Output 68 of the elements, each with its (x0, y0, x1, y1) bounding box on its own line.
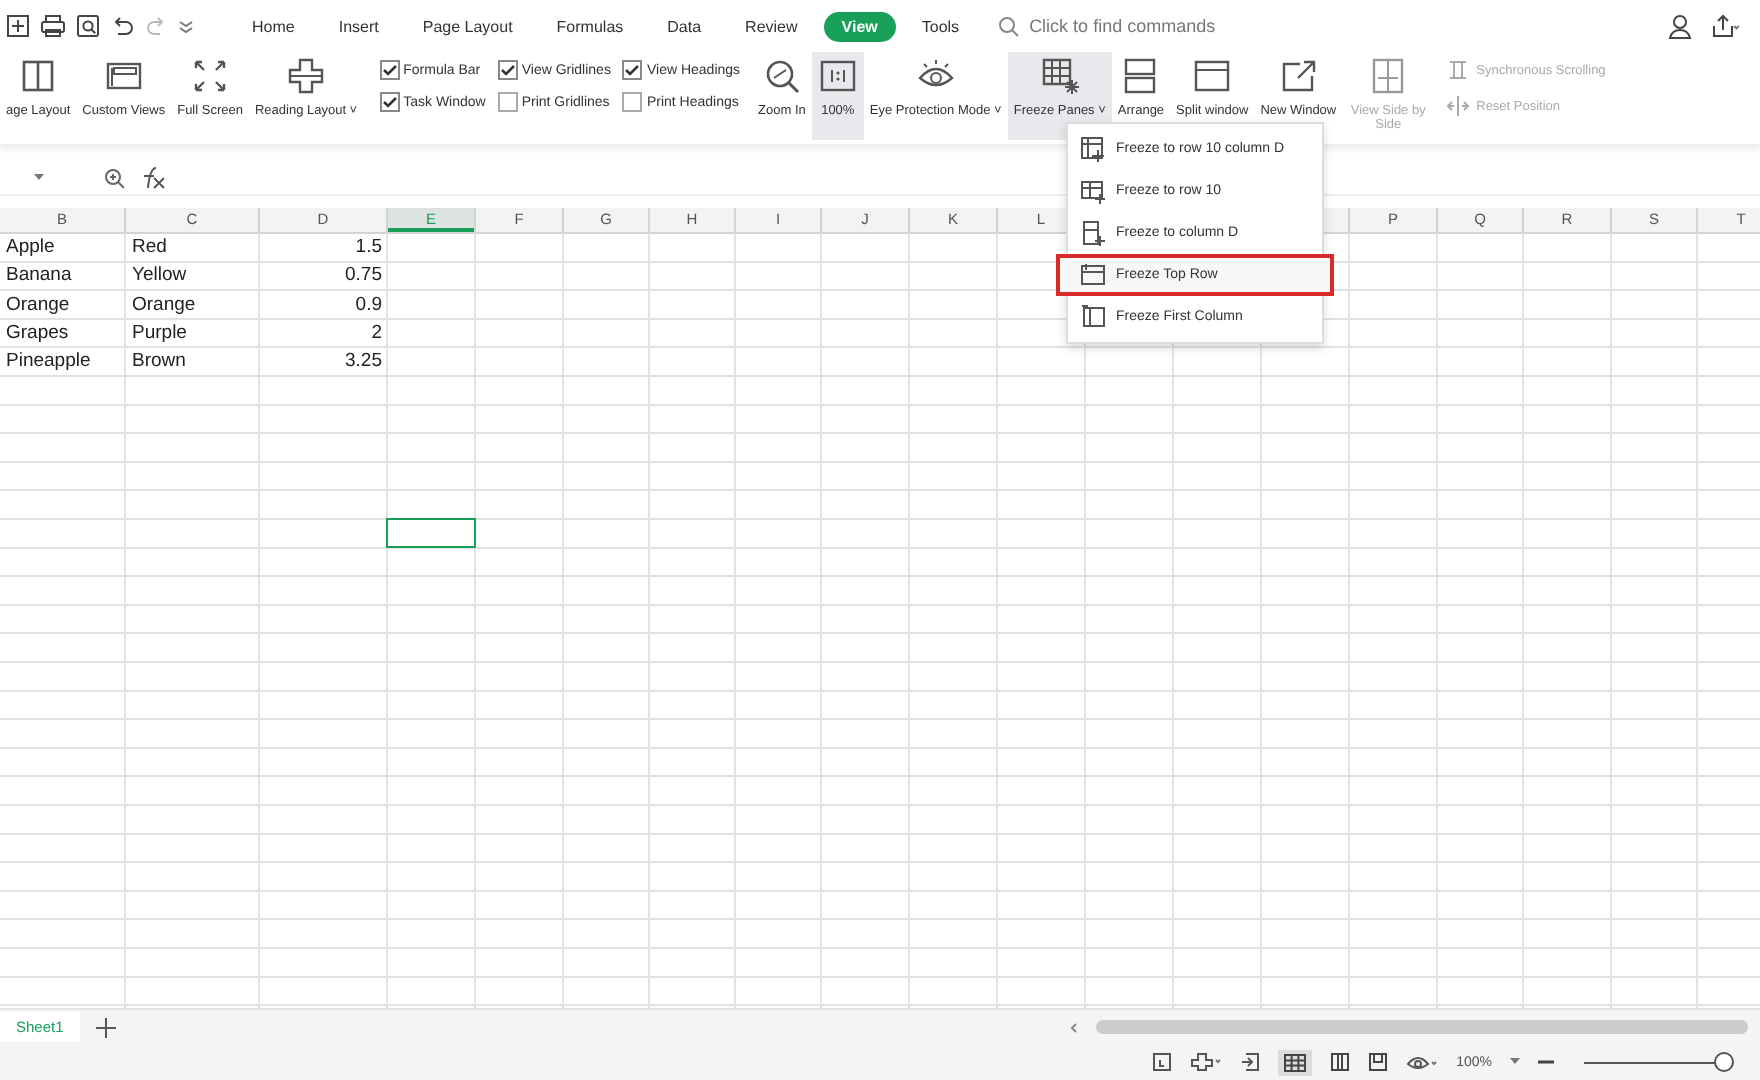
print-icon[interactable] (40, 14, 66, 38)
menu-tab[interactable]: Formulas (538, 11, 642, 41)
menu-tab[interactable]: Page Layout (404, 11, 531, 41)
table-cell-text: Yellow (130, 262, 189, 291)
undo-icon[interactable] (110, 14, 134, 38)
freeze-top-row-icon (1080, 262, 1106, 288)
zoom-out-icon[interactable] (1538, 1056, 1554, 1068)
checkbox[interactable] (379, 60, 400, 80)
caret-icon (34, 174, 44, 182)
stacked-windows-icon (1120, 56, 1161, 96)
freeze-grid-icon (1080, 136, 1106, 162)
table-cell-text: 3.25 (343, 348, 384, 377)
menu-tab[interactable]: Home (234, 11, 313, 41)
table-cell-text: Orange (4, 291, 72, 320)
grid-icon (1039, 56, 1080, 96)
print-preview-icon[interactable] (76, 14, 100, 38)
selected-cell[interactable] (386, 518, 476, 549)
function-icon[interactable] (138, 166, 166, 190)
columns-icon (1446, 58, 1471, 82)
customize-icon[interactable] (178, 16, 194, 36)
checkbox[interactable] (622, 92, 643, 112)
ratio-icon (817, 56, 858, 96)
table-cell-text: Apple (4, 234, 57, 262)
freeze-column-icon (1080, 220, 1106, 246)
checkbox[interactable] (622, 60, 643, 80)
table-cell-text: 2 (369, 319, 384, 348)
checkbox[interactable] (497, 60, 518, 80)
page-break-icon[interactable] (1368, 1052, 1389, 1072)
table-cell-text: Pineapple (4, 348, 93, 377)
table-cell-text: 0.9 (353, 291, 384, 320)
horizontal-scrollbar[interactable] (1095, 1020, 1748, 1034)
table-cell-text: 0.75 (343, 262, 384, 291)
layout-icon (18, 56, 59, 96)
caret-icon[interactable] (1510, 1058, 1520, 1066)
menu-tab[interactable]: Tools (903, 11, 978, 41)
split-arrows-icon (1446, 94, 1471, 118)
side-by-side-icon (1368, 56, 1409, 96)
eye-icon[interactable] (1406, 1052, 1439, 1072)
grid-view-icon[interactable] (1278, 1049, 1313, 1075)
table-cell-text: Purple (130, 319, 189, 348)
table-cell-text: Orange (130, 291, 198, 320)
search-field[interactable]: Click to find commands (997, 14, 1294, 38)
expand-icon (190, 56, 231, 96)
cross-icon (286, 56, 327, 96)
zoom-icon[interactable] (104, 167, 126, 189)
table-cell-text: Red (130, 234, 169, 262)
scroll-left-icon[interactable] (1067, 1021, 1080, 1033)
freeze-row-icon (1080, 178, 1106, 204)
new-window-icon (1278, 56, 1319, 96)
share-icon[interactable] (1708, 13, 1740, 37)
freeze-first-column-icon (1080, 304, 1106, 330)
table-cell-text: Brown (130, 348, 188, 377)
table-cell-text: 1.5 (353, 234, 384, 262)
menu-tab[interactable]: Insert (320, 11, 397, 41)
checkbox[interactable] (497, 92, 518, 112)
table-cell-text: Grapes (4, 319, 71, 348)
page-layout-icon[interactable] (1330, 1052, 1351, 1072)
checkbox[interactable] (379, 92, 400, 112)
table-cell-text: Banana (4, 262, 74, 291)
search-icon (997, 15, 1020, 37)
page-icon[interactable] (1152, 1052, 1173, 1072)
menu-tab[interactable]: Data (649, 11, 720, 41)
slider-thumb[interactable] (1714, 1052, 1734, 1072)
menu-tab[interactable]: Review (727, 11, 816, 41)
magnifier-icon (761, 56, 802, 96)
split-window-icon (1192, 56, 1233, 96)
cross-icon[interactable] (1190, 1052, 1223, 1072)
add-icon[interactable] (95, 1017, 116, 1037)
